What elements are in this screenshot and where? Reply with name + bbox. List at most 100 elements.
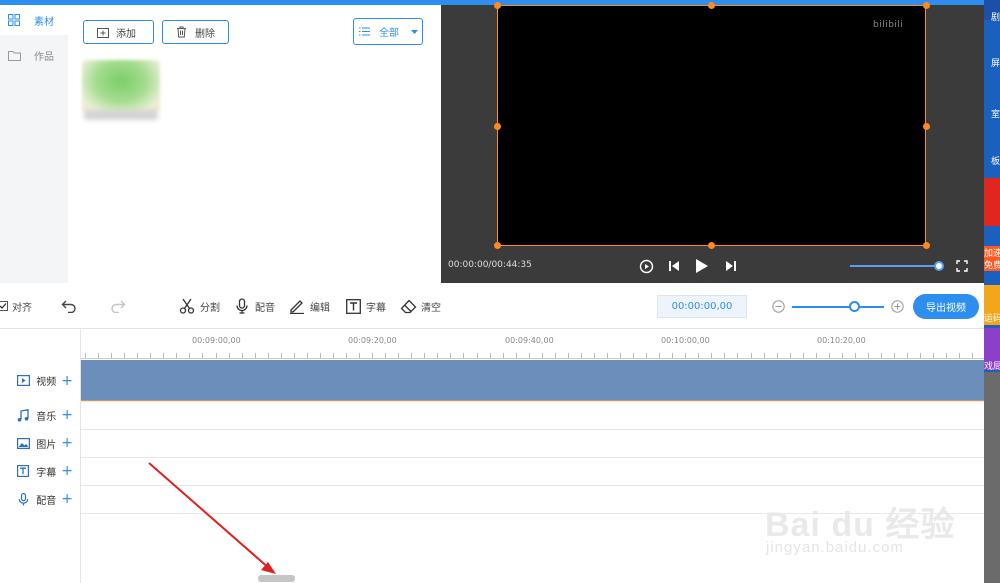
edit-button[interactable]: 编辑 <box>288 297 330 315</box>
zoom-slider-knob[interactable] <box>849 301 860 312</box>
dub-button[interactable]: 配音 <box>233 297 275 315</box>
subtitle-button[interactable]: 字幕 <box>344 297 386 315</box>
undo-icon <box>60 297 78 315</box>
track-dub[interactable]: 配音 + <box>0 485 81 513</box>
timecode-display[interactable]: 00:00:00,00 <box>657 295 747 318</box>
music-note-icon <box>16 408 30 422</box>
prev-frame-button[interactable] <box>665 257 683 275</box>
ruler-tick <box>424 353 425 358</box>
volume-slider-track[interactable] <box>850 265 938 267</box>
ruler-tick <box>803 353 804 358</box>
ruler-tick <box>111 353 112 358</box>
play-button[interactable] <box>693 257 711 275</box>
zoom-out-button[interactable] <box>769 297 791 315</box>
ruler-tick <box>855 353 856 358</box>
plus-circle-icon <box>888 297 906 315</box>
track-subtitle[interactable]: 字幕 + <box>0 457 81 485</box>
add-button[interactable]: 添加 <box>83 20 154 44</box>
external-item[interactable]: 剧 <box>984 10 1000 23</box>
ruler-tick <box>437 353 438 358</box>
ruler-tick <box>685 353 686 358</box>
add-folder-icon <box>97 26 109 38</box>
next-frame-button[interactable] <box>722 257 740 275</box>
export-video-button[interactable]: 导出视频 <box>913 294 979 319</box>
split-button[interactable]: 分割 <box>178 297 220 315</box>
external-item[interactable]: 屏 <box>984 56 1000 69</box>
align-toggle[interactable]: 对齐 <box>0 297 32 315</box>
add-video-plus-icon[interactable]: + <box>61 374 73 388</box>
ruler-tick <box>620 353 621 358</box>
undo-button[interactable] <box>60 297 82 315</box>
sidebar-item-label: 素材 <box>34 16 54 28</box>
ruler-tick <box>346 353 347 358</box>
resize-handle-top-left[interactable] <box>494 2 501 9</box>
timeline-horizontal-scrollbar[interactable] <box>258 575 295 582</box>
ruler-tick <box>333 353 334 358</box>
ruler-tick <box>268 353 269 358</box>
ruler-tick <box>907 353 908 358</box>
ruler-tick <box>503 353 504 358</box>
volume-slider-knob[interactable] <box>934 261 944 271</box>
external-item[interactable]: 戏局 <box>984 359 1000 372</box>
ruler-tick <box>372 353 373 358</box>
add-subtitle-plus-icon[interactable]: + <box>61 464 73 478</box>
ruler-tick <box>894 353 895 358</box>
ruler-tick <box>150 353 151 358</box>
add-music-plus-icon[interactable]: + <box>61 408 73 422</box>
sidebar-item-materials[interactable]: 素材 <box>0 5 68 35</box>
ruler-tick <box>320 353 321 358</box>
ruler-tick <box>672 353 673 358</box>
clear-button[interactable]: 清空 <box>399 297 441 315</box>
track-music[interactable]: 音乐 + <box>0 401 81 429</box>
skip-back-icon <box>669 261 679 271</box>
add-image-plus-icon[interactable]: + <box>61 436 73 450</box>
redo-button[interactable] <box>109 297 131 315</box>
video-clip[interactable] <box>81 360 984 401</box>
ruler-tick <box>359 353 360 358</box>
delete-button-label: 删除 <box>195 28 215 40</box>
external-item[interactable]: 板 <box>984 154 1000 167</box>
preview-canvas[interactable]: bilibili <box>497 5 926 246</box>
sidebar-item-works[interactable]: 作品 <box>0 40 68 70</box>
external-item[interactable]: 室 <box>984 107 1000 120</box>
ruler-tick <box>294 353 295 358</box>
replay-button[interactable] <box>637 257 655 275</box>
external-item[interactable]: 运码 <box>984 311 1000 324</box>
zoom-in-button[interactable] <box>888 297 910 315</box>
ruler-tick <box>411 353 412 358</box>
track-label-text: 图片 <box>36 439 57 451</box>
scissors-icon <box>178 297 196 315</box>
ruler-tick <box>216 353 217 358</box>
preview-watermark: bilibili <box>873 20 904 30</box>
skip-forward-icon <box>726 261 736 271</box>
track-video[interactable]: 视频 + <box>0 360 81 401</box>
time-ruler[interactable]: 00:09:00,00 00:09:20,00 00:09:40,00 00:1… <box>81 329 984 359</box>
media-thumbnail-caption <box>84 110 158 120</box>
track-image[interactable]: 图片 + <box>0 429 81 457</box>
fullscreen-button[interactable] <box>953 257 971 275</box>
dub-label: 配音 <box>255 302 275 314</box>
filter-dropdown[interactable]: 全部 <box>353 18 423 45</box>
ruler-tick <box>477 353 478 358</box>
delete-button[interactable]: 删除 <box>162 20 229 44</box>
zoom-slider-track[interactable] <box>792 306 884 308</box>
resize-handle-bottom[interactable] <box>708 242 715 249</box>
pencil-icon <box>288 297 306 315</box>
checkbox-icon[interactable] <box>0 297 9 315</box>
trash-icon <box>176 26 188 38</box>
external-item[interactable]: 免费 <box>984 258 1000 271</box>
chevron-down-icon <box>411 29 418 34</box>
resize-handle-top[interactable] <box>708 2 715 9</box>
resize-handle-bottom-left[interactable] <box>494 242 501 249</box>
resize-handle-top-right[interactable] <box>923 2 930 9</box>
resize-handle-right[interactable] <box>923 123 930 130</box>
ruler-tick <box>829 353 830 358</box>
resize-handle-left[interactable] <box>494 123 501 130</box>
resize-handle-bottom-right[interactable] <box>923 242 930 249</box>
media-thumbnail[interactable] <box>82 60 160 112</box>
ruler-tick <box>920 353 921 358</box>
edit-label: 编辑 <box>310 302 330 314</box>
ruler-tick <box>959 353 960 358</box>
add-dub-plus-icon[interactable]: + <box>61 492 73 506</box>
ruler-tick <box>137 353 138 358</box>
